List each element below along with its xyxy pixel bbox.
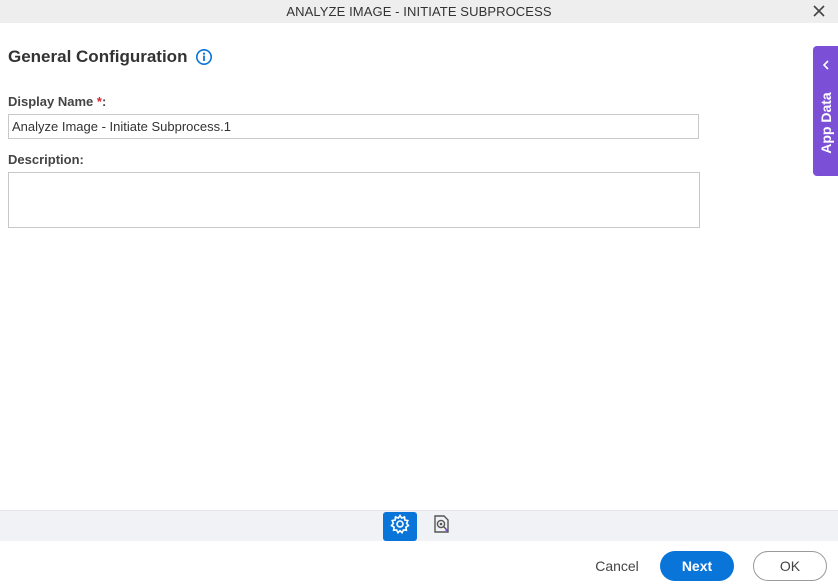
dialog-title: ANALYZE IMAGE - INITIATE SUBPROCESS bbox=[286, 4, 552, 19]
description-input[interactable] bbox=[8, 172, 700, 228]
section-header: General Configuration bbox=[8, 46, 213, 68]
tab-general-configuration[interactable] bbox=[383, 512, 417, 541]
chevron-left-icon bbox=[820, 58, 832, 70]
display-name-input[interactable] bbox=[8, 114, 699, 139]
title-bar: ANALYZE IMAGE - INITIATE SUBPROCESS bbox=[0, 0, 838, 23]
app-data-label: App Data bbox=[817, 92, 834, 154]
image-search-icon bbox=[430, 513, 452, 540]
info-icon[interactable] bbox=[195, 48, 213, 66]
next-button[interactable]: Next bbox=[660, 551, 734, 581]
tab-analyze-image[interactable] bbox=[424, 512, 458, 541]
cancel-button[interactable]: Cancel bbox=[591, 551, 643, 581]
section-title: General Configuration bbox=[8, 47, 188, 66]
close-icon[interactable] bbox=[810, 2, 828, 20]
ok-button[interactable]: OK bbox=[753, 551, 827, 581]
gear-icon bbox=[389, 513, 411, 540]
app-data-panel-toggle[interactable]: App Data bbox=[813, 46, 838, 176]
tab-strip bbox=[0, 510, 838, 541]
display-name-label: Display Name *: bbox=[8, 94, 107, 109]
description-label: Description: bbox=[8, 152, 84, 167]
